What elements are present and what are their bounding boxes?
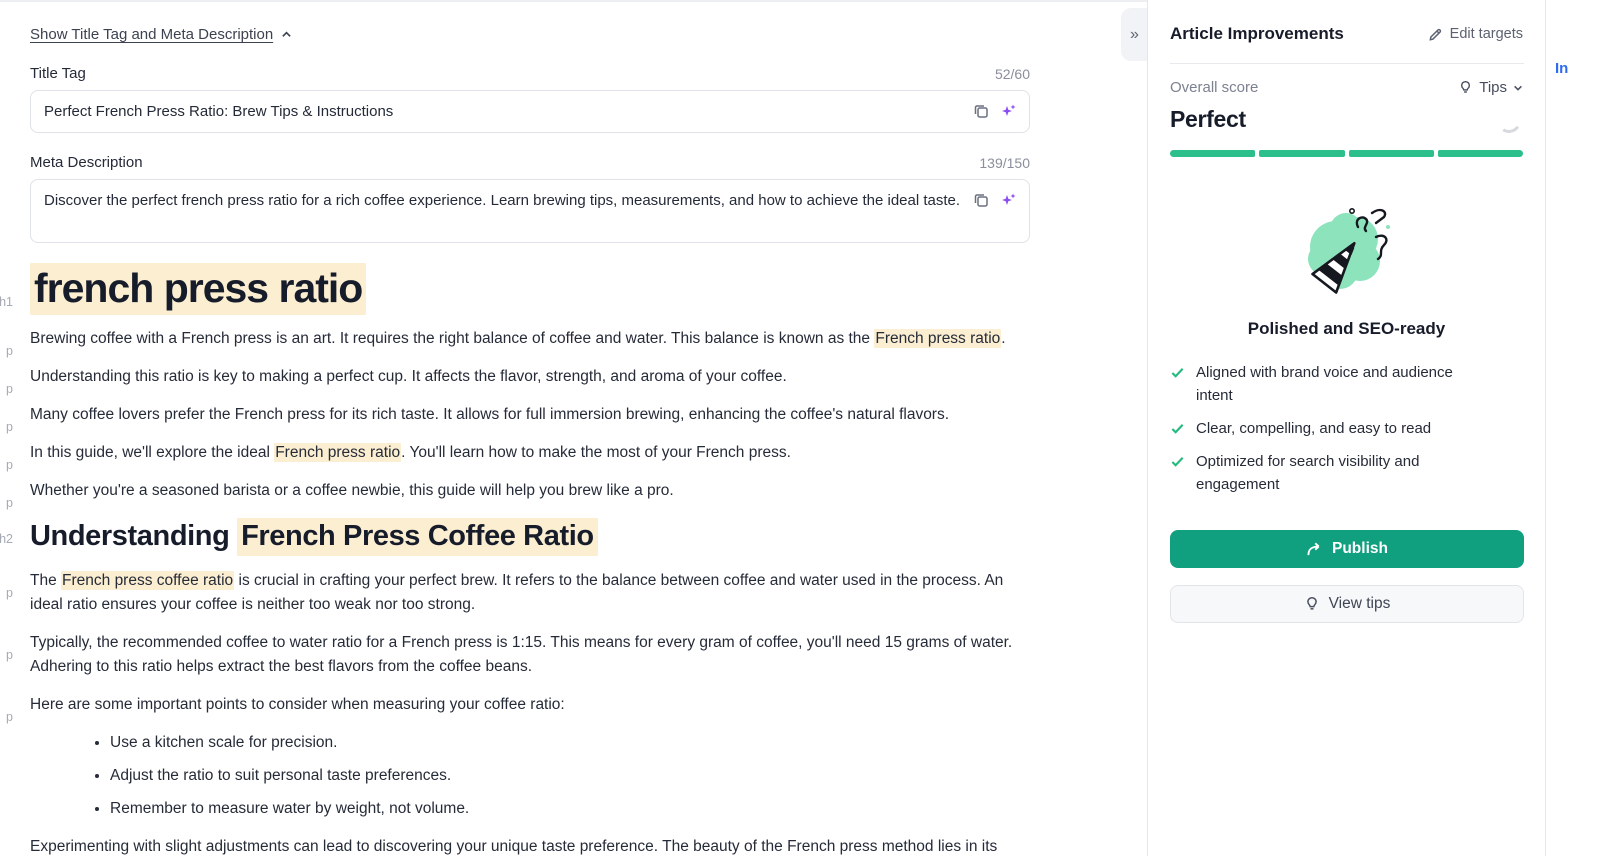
progress-segment <box>1438 150 1523 157</box>
text-segment: Typically, the recommended coffee to wat… <box>30 634 1012 675</box>
block-type-marker: p <box>6 382 13 396</box>
block-type-marker: p <box>6 710 13 724</box>
editor-block-p[interactable]: Many coffee lovers prefer the French pre… <box>30 403 1030 427</box>
highlighted-keyword: French press ratio <box>874 329 1001 348</box>
text-segment: In this guide, we'll explore the ideal <box>30 444 274 461</box>
editor-block-p[interactable]: Brewing coffee with a French press is an… <box>30 327 1030 351</box>
article-editor: Show Title Tag and Meta Description Titl… <box>0 0 1115 856</box>
block-type-marker: p <box>6 496 13 510</box>
copy-icon[interactable] <box>972 191 990 209</box>
editor-block-h2[interactable]: Understanding French Press Coffee Ratio <box>30 517 1030 555</box>
collapse-panel-button[interactable]: » <box>1121 8 1148 61</box>
progress-segment <box>1349 150 1434 157</box>
editor-block-p[interactable]: Whether you're a seasoned barista or a c… <box>30 479 1030 503</box>
block-type-marker: p <box>6 852 13 856</box>
text-segment: Many coffee lovers prefer the French pre… <box>30 406 949 423</box>
text-segment: Understanding <box>30 520 237 552</box>
bullet-item[interactable]: Remember to measure water by weight, not… <box>110 797 1030 821</box>
highlighted-keyword: french press ratio <box>30 263 366 315</box>
text-segment: Experimenting with slight adjustments ca… <box>30 838 997 856</box>
block-type-marker: p <box>6 420 13 434</box>
editor-block-h1[interactable]: french press ratio <box>30 263 1030 313</box>
block-type-marker: p <box>6 586 13 600</box>
checklist-item: Aligned with brand voice and audience in… <box>1170 361 1523 407</box>
view-tips-label: View tips <box>1329 595 1391 613</box>
checklist-text: Clear, compelling, and easy to read <box>1196 417 1431 440</box>
chevron-up-icon <box>281 29 292 40</box>
checkmark-icon <box>1170 365 1185 380</box>
bullet-item[interactable]: Adjust the ratio to suit personal taste … <box>110 764 1030 788</box>
progress-segment <box>1259 150 1344 157</box>
editor-block-p[interactable]: Typically, the recommended coffee to wat… <box>30 631 1030 679</box>
text-segment: Whether you're a seasoned barista or a c… <box>30 482 674 499</box>
editor-block-p[interactable]: In this guide, we'll explore the ideal F… <box>30 441 1030 465</box>
edit-targets-label: Edit targets <box>1450 26 1523 42</box>
progress-segment <box>1170 150 1255 157</box>
checklist-text: Optimized for search visibility and enga… <box>1196 450 1492 496</box>
lightbulb-icon <box>1458 80 1473 95</box>
publish-label: Publish <box>1332 540 1388 558</box>
clipped-link-fragment[interactable]: In <box>1555 60 1568 77</box>
result-title: Polished and SEO-ready <box>1170 319 1523 339</box>
double-chevron-right-icon: » <box>1130 26 1139 44</box>
highlighted-keyword: French Press Coffee Ratio <box>237 518 598 556</box>
text-segment: The <box>30 572 61 589</box>
meta-description-input[interactable]: Discover the perfect french press ratio … <box>30 179 1030 243</box>
title-tag-label: Title Tag <box>30 65 86 82</box>
tips-dropdown[interactable]: Tips <box>1458 79 1523 96</box>
text-segment: Understanding this ratio is key to makin… <box>30 368 787 385</box>
meta-section-toggle[interactable]: Show Title Tag and Meta Description <box>30 26 292 43</box>
copy-icon[interactable] <box>972 102 990 120</box>
checkmark-icon <box>1170 421 1185 436</box>
ai-sparkles-icon[interactable] <box>999 102 1017 120</box>
checklist-item: Optimized for search visibility and enga… <box>1170 450 1523 496</box>
score-progress-bar <box>1170 150 1523 157</box>
block-type-marker: p <box>6 458 13 472</box>
celebration-illustration <box>1170 201 1523 305</box>
ai-sparkles-icon[interactable] <box>999 191 1017 209</box>
highlighted-keyword: French press coffee ratio <box>61 571 234 590</box>
text-segment: Here are some important points to consid… <box>30 696 565 713</box>
edit-targets-button[interactable]: Edit targets <box>1428 26 1523 42</box>
editor-block-p[interactable]: The French press coffee ratio is crucial… <box>30 569 1030 617</box>
panel-divider <box>1170 63 1524 64</box>
tips-label: Tips <box>1479 79 1507 96</box>
lightbulb-icon <box>1304 596 1320 612</box>
block-type-marker: h2 <box>0 532 13 546</box>
meta-description-counter: 139/150 <box>979 155 1030 171</box>
result-checklist: Aligned with brand voice and audience in… <box>1170 361 1523 496</box>
meta-description-label: Meta Description <box>30 154 143 171</box>
text-segment: . <box>1001 330 1005 347</box>
editor-block-p[interactable]: Understanding this ratio is key to makin… <box>30 365 1030 389</box>
text-segment: . You'll learn how to make the most of y… <box>401 444 791 461</box>
text-segment: Brewing coffee with a French press is an… <box>30 330 874 347</box>
checklist-text: Aligned with brand voice and audience in… <box>1196 361 1492 407</box>
pencil-icon <box>1428 27 1443 42</box>
title-tag-value: Perfect French Press Ratio: Brew Tips & … <box>44 100 962 123</box>
editor-blocks: h1french press ratiopBrewing coffee with… <box>30 263 1030 856</box>
editor-block-p[interactable]: Here are some important points to consid… <box>30 693 1030 717</box>
meta-toggle-label: Show Title Tag and Meta Description <box>30 26 273 43</box>
overall-score-label: Overall score <box>1170 79 1258 96</box>
overall-score-value: Perfect <box>1170 106 1523 133</box>
highlighted-keyword: French press ratio <box>274 443 401 462</box>
chevron-down-icon <box>1513 83 1523 93</box>
publish-arrow-icon <box>1306 542 1323 557</box>
editor-block-p[interactable]: Experimenting with slight adjustments ca… <box>30 835 1030 856</box>
meta-description-value: Discover the perfect french press ratio … <box>44 189 962 212</box>
bullet-item[interactable]: Use a kitchen scale for precision. <box>110 731 1030 755</box>
block-type-marker: p <box>6 648 13 662</box>
checklist-item: Clear, compelling, and easy to read <box>1170 417 1523 440</box>
block-type-marker: h1 <box>0 295 13 309</box>
publish-button[interactable]: Publish <box>1170 530 1524 568</box>
title-tag-counter: 52/60 <box>995 66 1030 82</box>
block-type-marker: p <box>6 344 13 358</box>
panel-title: Article Improvements <box>1170 24 1344 44</box>
right-edge-panel: In <box>1545 0 1600 856</box>
bullet-list[interactable]: Use a kitchen scale for precision. Adjust… <box>30 731 1030 821</box>
view-tips-button[interactable]: View tips <box>1170 585 1524 623</box>
article-improvements-panel: Article Improvements Edit targets Overal… <box>1147 0 1545 856</box>
title-tag-input[interactable]: Perfect French Press Ratio: Brew Tips & … <box>30 90 1030 133</box>
checkmark-icon <box>1170 454 1185 469</box>
